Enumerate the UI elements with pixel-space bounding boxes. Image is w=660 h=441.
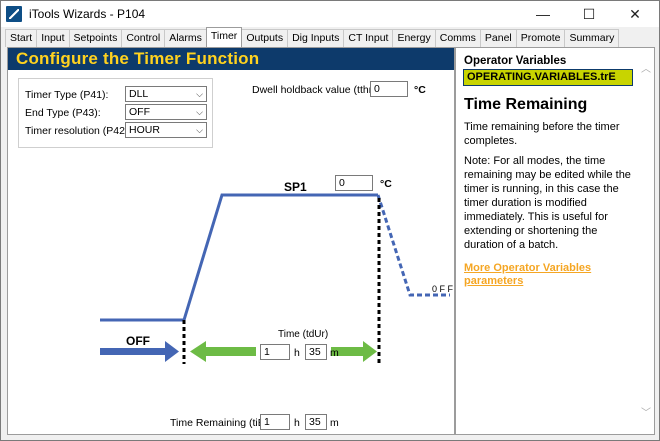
time-minutes-unit: m — [330, 347, 339, 359]
timer-resolution-select[interactable]: HOUR ⌵ — [125, 122, 207, 138]
chevron-down-icon: ⌵ — [196, 89, 203, 99]
help-variable-name: OPERATING.VARIABLES.trE — [463, 69, 633, 86]
off-state-label: OFF — [126, 334, 150, 348]
tab-control[interactable]: Control — [121, 29, 166, 47]
tab-outputs[interactable]: Outputs — [241, 29, 289, 47]
timer-config-panel: Configure the Timer Function Timer Type … — [7, 47, 455, 435]
time-arrow-right-head — [363, 341, 377, 362]
tab-input[interactable]: Input — [36, 29, 70, 47]
close-button[interactable]: ✕ — [613, 1, 657, 27]
off-arrow-shaft — [100, 348, 165, 355]
scroll-up-icon[interactable]: ︿ — [641, 60, 651, 75]
tab-panel[interactable]: Panel — [479, 29, 517, 47]
tab-start[interactable]: Start — [5, 29, 38, 47]
time-remaining-hours-unit: h — [294, 417, 300, 429]
time-minutes-input[interactable]: 35 — [305, 344, 327, 360]
minimize-button[interactable]: — — [521, 1, 565, 27]
app-window: iTools Wizards - P104 — ☐ ✕ Start Input … — [0, 0, 660, 441]
sp1-unit-label: °C — [380, 178, 392, 190]
dwell-holdback-label: Dwell holdback value (tthr): — [252, 84, 379, 96]
tab-dig-inputs[interactable]: Dig Inputs — [287, 29, 345, 47]
tab-setpoints[interactable]: Setpoints — [68, 29, 123, 47]
wizard-tab-bar: Start Input Setpoints Control Alarms Tim… — [5, 27, 620, 47]
end-type-label: End Type (P43): — [25, 107, 101, 119]
tab-timer[interactable]: Timer — [205, 27, 243, 47]
tab-energy[interactable]: Energy — [392, 29, 436, 47]
timer-type-select[interactable]: DLL ⌵ — [125, 86, 207, 102]
sp1-input[interactable]: 0 — [335, 175, 373, 191]
off-arrow-head — [165, 341, 179, 362]
itools-logo-icon — [6, 6, 22, 22]
dwell-unit-label: °C — [414, 84, 426, 96]
end-type-value: OFF — [129, 106, 150, 118]
tab-ct-input[interactable]: CT Input — [343, 29, 394, 47]
end-type-select[interactable]: OFF ⌵ — [125, 104, 207, 120]
time-duration-label: Time (tdUr) — [278, 329, 329, 340]
help-body: Time remaining before the timer complete… — [464, 120, 634, 258]
dwell-holdback-input[interactable]: 0 — [370, 81, 408, 97]
help-paragraph-1: Time remaining before the timer complete… — [464, 121, 620, 147]
scroll-down-icon[interactable]: ﹀ — [641, 404, 651, 419]
end-off-label: 0 F F — [432, 284, 454, 294]
time-remaining-minutes-input[interactable]: 35 — [305, 414, 327, 430]
help-panel: Operator Variables OPERATING.VARIABLES.t… — [455, 47, 655, 435]
time-arrow-left-shaft — [206, 347, 256, 356]
sp1-label: SP1 — [284, 180, 307, 194]
tab-promote[interactable]: Promote — [515, 29, 566, 47]
profile-ramp-line — [100, 193, 378, 322]
time-arrow-left-head — [190, 341, 206, 362]
help-paragraph-2: Note: For all modes, the time remaining … — [464, 155, 631, 251]
title-bar: iTools Wizards - P104 — ☐ ✕ — [1, 1, 659, 27]
timer-type-value: DLL — [129, 88, 149, 100]
chevron-down-icon: ⌵ — [196, 125, 203, 135]
time-remaining-label: Time Remaining (tiE): — [170, 417, 272, 429]
more-operator-variables-link[interactable]: More Operator Variables parameters — [464, 262, 634, 288]
time-hours-input[interactable]: 1 — [260, 344, 290, 360]
timer-type-label: Timer Type (P41): — [25, 89, 109, 101]
time-remaining-hours-input[interactable]: 1 — [260, 414, 290, 430]
window-title: iTools Wizards - P104 — [29, 7, 146, 21]
tab-alarms[interactable]: Alarms — [164, 29, 207, 47]
chevron-down-icon: ⌵ — [196, 107, 203, 117]
timer-resolution-value: HOUR — [129, 124, 160, 136]
profile-end-dashed-line — [376, 194, 450, 297]
maximize-button[interactable]: ☐ — [567, 1, 611, 27]
time-remaining-minutes-unit: m — [330, 417, 339, 429]
time-hours-unit: h — [294, 347, 300, 359]
timer-settings-group: Timer Type (P41): DLL ⌵ End Type (P43): … — [18, 78, 213, 148]
help-section-title: Operator Variables — [464, 55, 567, 67]
help-heading: Time Remaining — [464, 96, 588, 113]
timer-resolution-label: Timer resolution (P42): — [25, 125, 132, 137]
tab-summary[interactable]: Summary — [564, 29, 620, 47]
tab-comms[interactable]: Comms — [434, 29, 481, 47]
